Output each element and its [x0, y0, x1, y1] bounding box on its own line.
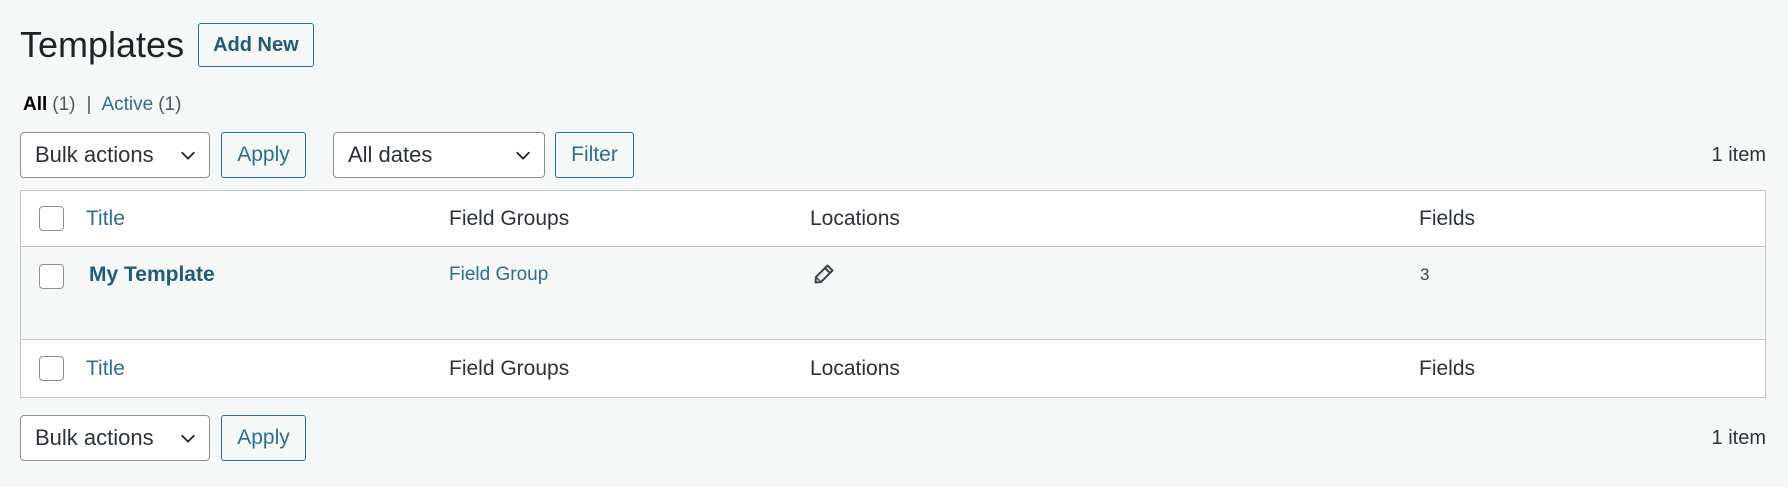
column-field-groups-header: Field Groups	[449, 207, 570, 230]
filter-button[interactable]: Filter	[555, 132, 634, 178]
item-count-top: 1 item	[1711, 144, 1766, 166]
column-title-header[interactable]: Title	[86, 207, 125, 231]
view-all-count: (1)	[52, 94, 76, 115]
column-locations-footer: Locations	[810, 357, 900, 380]
column-title-footer[interactable]: Title	[86, 357, 125, 381]
chevron-down-icon	[181, 434, 195, 443]
view-all-link[interactable]: All	[23, 94, 47, 116]
template-title-link[interactable]: My Template	[89, 263, 215, 287]
chevron-down-icon	[181, 151, 195, 160]
pencil-icon[interactable]	[812, 262, 836, 286]
apply-button-bottom[interactable]: Apply	[221, 415, 306, 461]
page-heading: Templates Add New	[20, 22, 314, 68]
column-fields-header: Fields	[1419, 207, 1476, 230]
field-group-link[interactable]: Field Group	[449, 264, 548, 286]
dates-select[interactable]: All dates	[333, 132, 545, 178]
apply-button-top[interactable]: Apply	[221, 132, 306, 178]
bulk-actions-select-bottom[interactable]: Bulk actions	[20, 415, 210, 461]
view-active-count: (1)	[158, 94, 182, 115]
column-locations-header: Locations	[810, 207, 900, 230]
add-new-button[interactable]: Add New	[198, 23, 314, 67]
table-row: My Template Field Group 3	[21, 247, 1765, 340]
templates-table: Title Field Groups Locations Fields My T…	[20, 190, 1766, 398]
chevron-down-icon	[516, 151, 530, 160]
select-all-checkbox-footer[interactable]	[39, 356, 64, 381]
fields-count: 3	[1420, 265, 1430, 284]
column-field-groups-footer: Field Groups	[449, 357, 570, 380]
row-checkbox[interactable]	[39, 264, 64, 289]
dates-value: All dates	[348, 142, 433, 167]
table-header-row: Title Field Groups Locations Fields	[21, 191, 1765, 247]
table-footer-row: Title Field Groups Locations Fields	[21, 341, 1765, 397]
item-count-bottom: 1 item	[1711, 427, 1766, 449]
view-separator: |	[86, 94, 92, 115]
column-fields-footer: Fields	[1419, 357, 1476, 380]
view-active-link[interactable]: Active	[101, 94, 153, 116]
bulk-actions-value: Bulk actions	[35, 425, 154, 450]
bulk-actions-value: Bulk actions	[35, 142, 154, 167]
bulk-actions-select-top[interactable]: Bulk actions	[20, 132, 210, 178]
page-title: Templates	[20, 24, 185, 65]
select-all-checkbox[interactable]	[39, 206, 64, 231]
view-filters: All (1) | Active (1)	[23, 94, 181, 116]
